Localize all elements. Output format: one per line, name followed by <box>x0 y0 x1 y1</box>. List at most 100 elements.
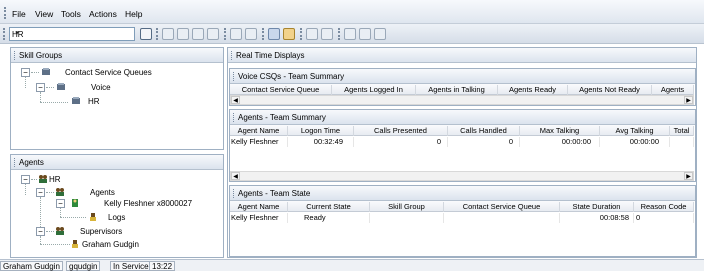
tree-hr-queue[interactable]: HR <box>88 97 100 106</box>
team-icon <box>39 175 47 183</box>
scroll-right-icon[interactable]: ▶ <box>684 172 693 180</box>
toolbar-separator <box>262 28 264 40</box>
cell <box>370 213 444 223</box>
table-row[interactable]: Kelly Fleshner Ready 00:08:58 0 <box>230 213 694 223</box>
col-header[interactable]: Agents in Talking <box>416 85 498 95</box>
col-header[interactable]: Total <box>670 126 694 136</box>
team-summary-header: Agent Name Logon Time Calls Presented Ca… <box>230 125 694 136</box>
menu-view[interactable]: View <box>35 9 53 19</box>
status-time: 13:22 <box>149 261 176 271</box>
col-header[interactable]: Logon Time <box>288 126 354 136</box>
col-header[interactable]: Agents Ready <box>498 85 568 95</box>
team-icon <box>56 227 64 235</box>
col-header[interactable]: Current State <box>288 202 370 212</box>
cell: 00:32:49 <box>288 137 354 147</box>
menu-help[interactable]: Help <box>125 9 142 19</box>
cell: 0 <box>448 137 520 147</box>
table-row[interactable]: Kelly Fleshner 00:32:49 0 0 00:00:00 00:… <box>230 137 694 147</box>
horizontal-scrollbar[interactable]: ◀ ▶ <box>230 95 694 105</box>
cell: 00:08:58 <box>560 213 634 223</box>
menu-grip <box>4 7 6 19</box>
team-state-title: Agents - Team State <box>230 186 695 201</box>
scroll-left-icon[interactable]: ◀ <box>231 172 240 180</box>
collapse-icon[interactable]: − <box>36 188 45 197</box>
tree-contact-service-queues[interactable]: Contact Service Queues <box>65 68 152 77</box>
team-state-header: Agent Name Current State Skill Group Con… <box>230 201 694 212</box>
collapse-icon[interactable]: − <box>36 83 45 92</box>
tree-supervisor-graham[interactable]: Graham Gudgin <box>82 240 139 249</box>
work-icon[interactable] <box>192 28 204 40</box>
cell <box>670 137 694 147</box>
about-icon[interactable] <box>374 28 386 40</box>
voice-csq-title: Voice CSQs - Team Summary <box>230 69 695 84</box>
tree-supervisors[interactable]: Supervisors <box>80 227 122 236</box>
team-select[interactable]: HR ▾ <box>9 27 135 41</box>
intercept-icon[interactable] <box>245 28 257 40</box>
scroll-left-icon[interactable]: ◀ <box>231 96 240 104</box>
menu-bar: File View Tools Actions Help <box>0 0 704 24</box>
queue-icon <box>57 83 65 90</box>
col-header[interactable]: Reason Code <box>634 202 694 212</box>
voice-csq-header: Contact Service Queue Agents Logged In A… <box>230 84 694 95</box>
team-state-panel: Agents - Team State Agent Name Current S… <box>229 185 696 257</box>
cell <box>444 213 560 223</box>
agents-panel: Agents − HR − Agents − Kelly Fleshner x8… <box>10 154 224 258</box>
tree-agent-kelly[interactable]: Kelly Fleshner x8000027 <box>104 199 192 208</box>
not-ready-icon[interactable] <box>177 28 189 40</box>
toolbar-grip <box>3 28 5 40</box>
col-header[interactable]: State Duration <box>560 202 634 212</box>
tree-agents[interactable]: Agents <box>90 188 115 197</box>
col-header[interactable]: Calls Handled <box>448 126 520 136</box>
ready-icon[interactable] <box>162 28 174 40</box>
status-state: In Service <box>110 261 152 271</box>
cell: 00:00:00 <box>600 137 670 147</box>
col-header[interactable]: Calls Presented <box>354 126 448 136</box>
col-header[interactable]: Skill Group <box>370 202 444 212</box>
tree-hr-team[interactable]: HR <box>49 175 61 184</box>
col-header[interactable]: Contact Service Queue <box>444 202 560 212</box>
status-bar: Graham Gudgin gqudgin In Service 13:22 <box>0 259 704 271</box>
status-user-name: Graham Gudgin <box>0 261 63 271</box>
col-header[interactable]: Agents <box>652 85 694 95</box>
tree-logs[interactable]: Logs <box>108 213 125 222</box>
col-header[interactable]: Avg Talking <box>600 126 670 136</box>
collapse-icon[interactable]: − <box>36 227 45 236</box>
supervisor-icon <box>72 240 78 248</box>
horizontal-scrollbar[interactable]: ◀ ▶ <box>230 171 694 181</box>
tree-voice[interactable]: Voice <box>91 83 111 92</box>
reset-icon[interactable] <box>359 28 371 40</box>
collapse-icon[interactable]: − <box>21 68 30 77</box>
cell: 0 <box>354 137 448 147</box>
barge-in-icon[interactable] <box>230 28 242 40</box>
toolbar-separator <box>338 28 340 40</box>
agent-state-icon[interactable] <box>140 28 152 40</box>
logout-icon[interactable] <box>207 28 219 40</box>
real-time-displays-title: Real Time Displays <box>228 48 696 63</box>
record-icon[interactable] <box>306 28 318 40</box>
menu-actions[interactable]: Actions <box>89 9 117 19</box>
collapse-icon[interactable]: − <box>21 175 30 184</box>
monitor-icon[interactable] <box>283 28 295 40</box>
chevron-down-icon[interactable]: ▾ <box>12 29 22 39</box>
cell: Kelly Fleshner <box>230 213 288 223</box>
skill-groups-panel: Skill Groups − Contact Service Queues − … <box>10 47 224 150</box>
menu-tools[interactable]: Tools <box>61 9 81 19</box>
scroll-right-icon[interactable]: ▶ <box>684 96 693 104</box>
skill-groups-title: Skill Groups <box>11 48 223 63</box>
chat-icon[interactable] <box>268 28 280 40</box>
toolbar-separator <box>224 28 226 40</box>
col-header[interactable]: Contact Service Queue <box>230 85 332 95</box>
voice-csq-panel: Voice CSQs - Team Summary Contact Servic… <box>229 68 696 106</box>
col-header[interactable]: Agent Name <box>230 126 288 136</box>
menu-file[interactable]: File <box>12 9 26 19</box>
refresh-icon[interactable] <box>344 28 356 40</box>
real-time-displays: Real Time Displays Voice CSQs - Team Sum… <box>227 47 697 258</box>
col-header[interactable]: Max Talking <box>520 126 600 136</box>
agents-title: Agents <box>11 155 223 170</box>
col-header[interactable]: Agents Logged In <box>332 85 416 95</box>
col-header[interactable]: Agent Name <box>230 202 288 212</box>
stop-record-icon[interactable] <box>321 28 333 40</box>
collapse-icon[interactable]: − <box>56 199 65 208</box>
cell: Kelly Fleshner <box>230 137 288 147</box>
col-header[interactable]: Agents Not Ready <box>568 85 652 95</box>
